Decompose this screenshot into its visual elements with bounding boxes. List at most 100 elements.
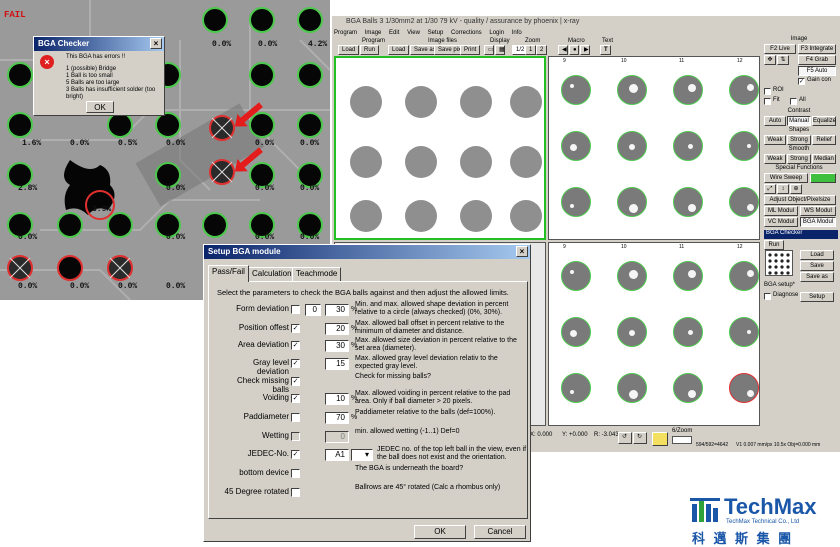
bga-modul-button[interactable]: BGA Modul (800, 217, 836, 227)
void-spot (570, 390, 574, 394)
tab-pass-fail[interactable]: Pass/Fail (208, 265, 249, 282)
menu-view[interactable]: View (407, 30, 420, 36)
ml-modul-button[interactable]: ML Modul (764, 206, 798, 216)
param-checkbox[interactable] (291, 413, 300, 422)
bga-save-button[interactable]: Save (800, 261, 834, 271)
macro-play-icon[interactable]: ▶ (580, 45, 590, 55)
tool-c-icon[interactable]: ⊕ (790, 184, 802, 194)
image-panel-gray[interactable] (334, 56, 546, 240)
contrast-auto-button[interactable]: Auto (764, 116, 786, 126)
bga-load-button[interactable]: Load (800, 250, 834, 260)
smooth-weak-button[interactable]: Weak (764, 154, 786, 164)
menu-corrections[interactable]: Corrections (451, 30, 482, 36)
param-checkbox[interactable] (291, 469, 300, 478)
solder-ball (249, 7, 275, 33)
orientation-dropdown[interactable]: ▾ (351, 449, 373, 461)
program-run-button[interactable]: Run (360, 45, 380, 55)
macro-record-icon[interactable]: ● (569, 45, 579, 55)
tool-b-icon[interactable]: ↕ (777, 184, 789, 194)
menu-login[interactable]: Login (489, 30, 504, 36)
adjust-object-button[interactable]: Adjust Object/Pixelsize (764, 195, 836, 205)
param-input[interactable]: 20 (325, 323, 349, 335)
fit-checkbox[interactable] (764, 98, 771, 105)
pan-icon[interactable]: ✥ (764, 55, 776, 65)
menu-setup[interactable]: Setup (428, 30, 444, 36)
tab-calculation[interactable]: Calculation (248, 267, 296, 281)
close-icon[interactable]: × (516, 246, 528, 257)
gain-checkbox[interactable]: ✓ (798, 78, 805, 85)
image-load-button[interactable]: Load (388, 45, 410, 55)
void-spot (570, 330, 577, 337)
smooth-strong-button[interactable]: Strong (787, 154, 811, 164)
menu-info[interactable]: Info (512, 30, 522, 36)
rotate-left-icon[interactable]: ↺ (618, 432, 632, 444)
f4-grab-button[interactable]: F4 Grab (798, 55, 836, 65)
min-input[interactable]: 0 (305, 304, 321, 316)
print-button[interactable]: Print (460, 45, 481, 55)
shapes-weak-button[interactable]: Weak (764, 135, 786, 145)
roi-checkbox[interactable] (764, 88, 771, 95)
param-checkbox[interactable] (291, 488, 300, 497)
ok-button[interactable]: OK (414, 525, 466, 539)
close-icon[interactable]: × (150, 38, 162, 49)
error-ok-button[interactable]: OK (86, 101, 114, 113)
all-checkbox[interactable] (790, 98, 797, 105)
zoom-1-button[interactable]: 1 (525, 45, 537, 55)
folder-icon[interactable] (652, 432, 668, 446)
ws-modul-button[interactable]: WS Modul (800, 206, 836, 216)
contrast-equalize-button[interactable]: Equalize (812, 116, 836, 126)
display-single-icon[interactable]: ▭ (484, 45, 494, 55)
diagnose-checkbox[interactable] (764, 293, 771, 300)
ball-detected (617, 75, 647, 105)
program-load-button[interactable]: Load (338, 45, 360, 55)
param-input[interactable]: 0 (325, 431, 349, 443)
display-grid-icon[interactable]: ▦ (495, 45, 505, 55)
param-input[interactable]: 15 (325, 358, 349, 370)
contrast-manual-button[interactable]: Manual (787, 116, 811, 126)
f5-auto-button[interactable]: F5 Auto (798, 66, 836, 76)
vc-modul-button[interactable]: VC Modul (764, 217, 798, 227)
param-input[interactable]: A1 (325, 449, 349, 461)
menu-image[interactable]: Image (365, 30, 382, 36)
bga-setup-button[interactable]: Setup (800, 292, 834, 302)
param-checkbox[interactable]: ✓ (291, 341, 300, 350)
bga-run-button[interactable]: Run (764, 240, 784, 250)
f2-live-button[interactable]: F2 Live (764, 44, 796, 54)
menu-edit[interactable]: Edit (389, 30, 399, 36)
param-input[interactable]: 70 (325, 412, 349, 424)
menu-program[interactable]: Program (334, 30, 357, 36)
text-tool-icon[interactable]: T (600, 45, 611, 55)
f3-integrate-button[interactable]: F3 Integrate (798, 44, 836, 54)
param-input[interactable]: 10 (325, 393, 349, 405)
param-checkbox[interactable]: ✓ (291, 324, 300, 333)
cancel-button[interactable]: Cancel (474, 525, 526, 539)
macro-back-icon[interactable]: ◀ (558, 45, 568, 55)
solder-ball (249, 62, 275, 88)
wire-sweep-button[interactable]: Wire Sweep (764, 173, 808, 183)
param-input[interactable]: 30 (325, 304, 349, 316)
shapes-relief-button[interactable]: Relief (812, 135, 836, 145)
param-input[interactable]: 30 (325, 340, 349, 352)
shapes-strong-button[interactable]: Strong (787, 135, 811, 145)
section-special: Special Functions (775, 165, 823, 171)
image-panel-bottom-right[interactable]: 9 10 11 12 (548, 242, 760, 426)
tool-a-icon[interactable]: ⤢ (764, 184, 776, 194)
rotate-right-icon[interactable]: ↻ (633, 432, 647, 444)
param-checkbox[interactable]: ✓ (291, 394, 300, 403)
image-panel-top-right[interactable]: 9 10 11 12 (548, 56, 760, 240)
void-spot (747, 330, 751, 334)
param-checkbox[interactable] (291, 305, 300, 314)
param-checkbox[interactable] (291, 432, 300, 441)
tab-teachmode[interactable]: Teachmode (292, 267, 342, 281)
zoom-2-button[interactable]: 2 (536, 45, 548, 55)
column-label: 10 (621, 244, 627, 250)
zoom-slider[interactable] (672, 436, 692, 444)
param-checkbox[interactable]: ✓ (291, 450, 300, 459)
bga-save-as-button[interactable]: Save as (800, 272, 834, 282)
void-spot (570, 204, 574, 208)
void-spot (570, 84, 574, 88)
cursor-icon[interactable]: ⇅ (777, 55, 789, 65)
param-checkbox[interactable]: ✓ (291, 377, 300, 386)
param-checkbox[interactable]: ✓ (291, 359, 300, 368)
smooth-median-button[interactable]: Median (812, 154, 836, 164)
